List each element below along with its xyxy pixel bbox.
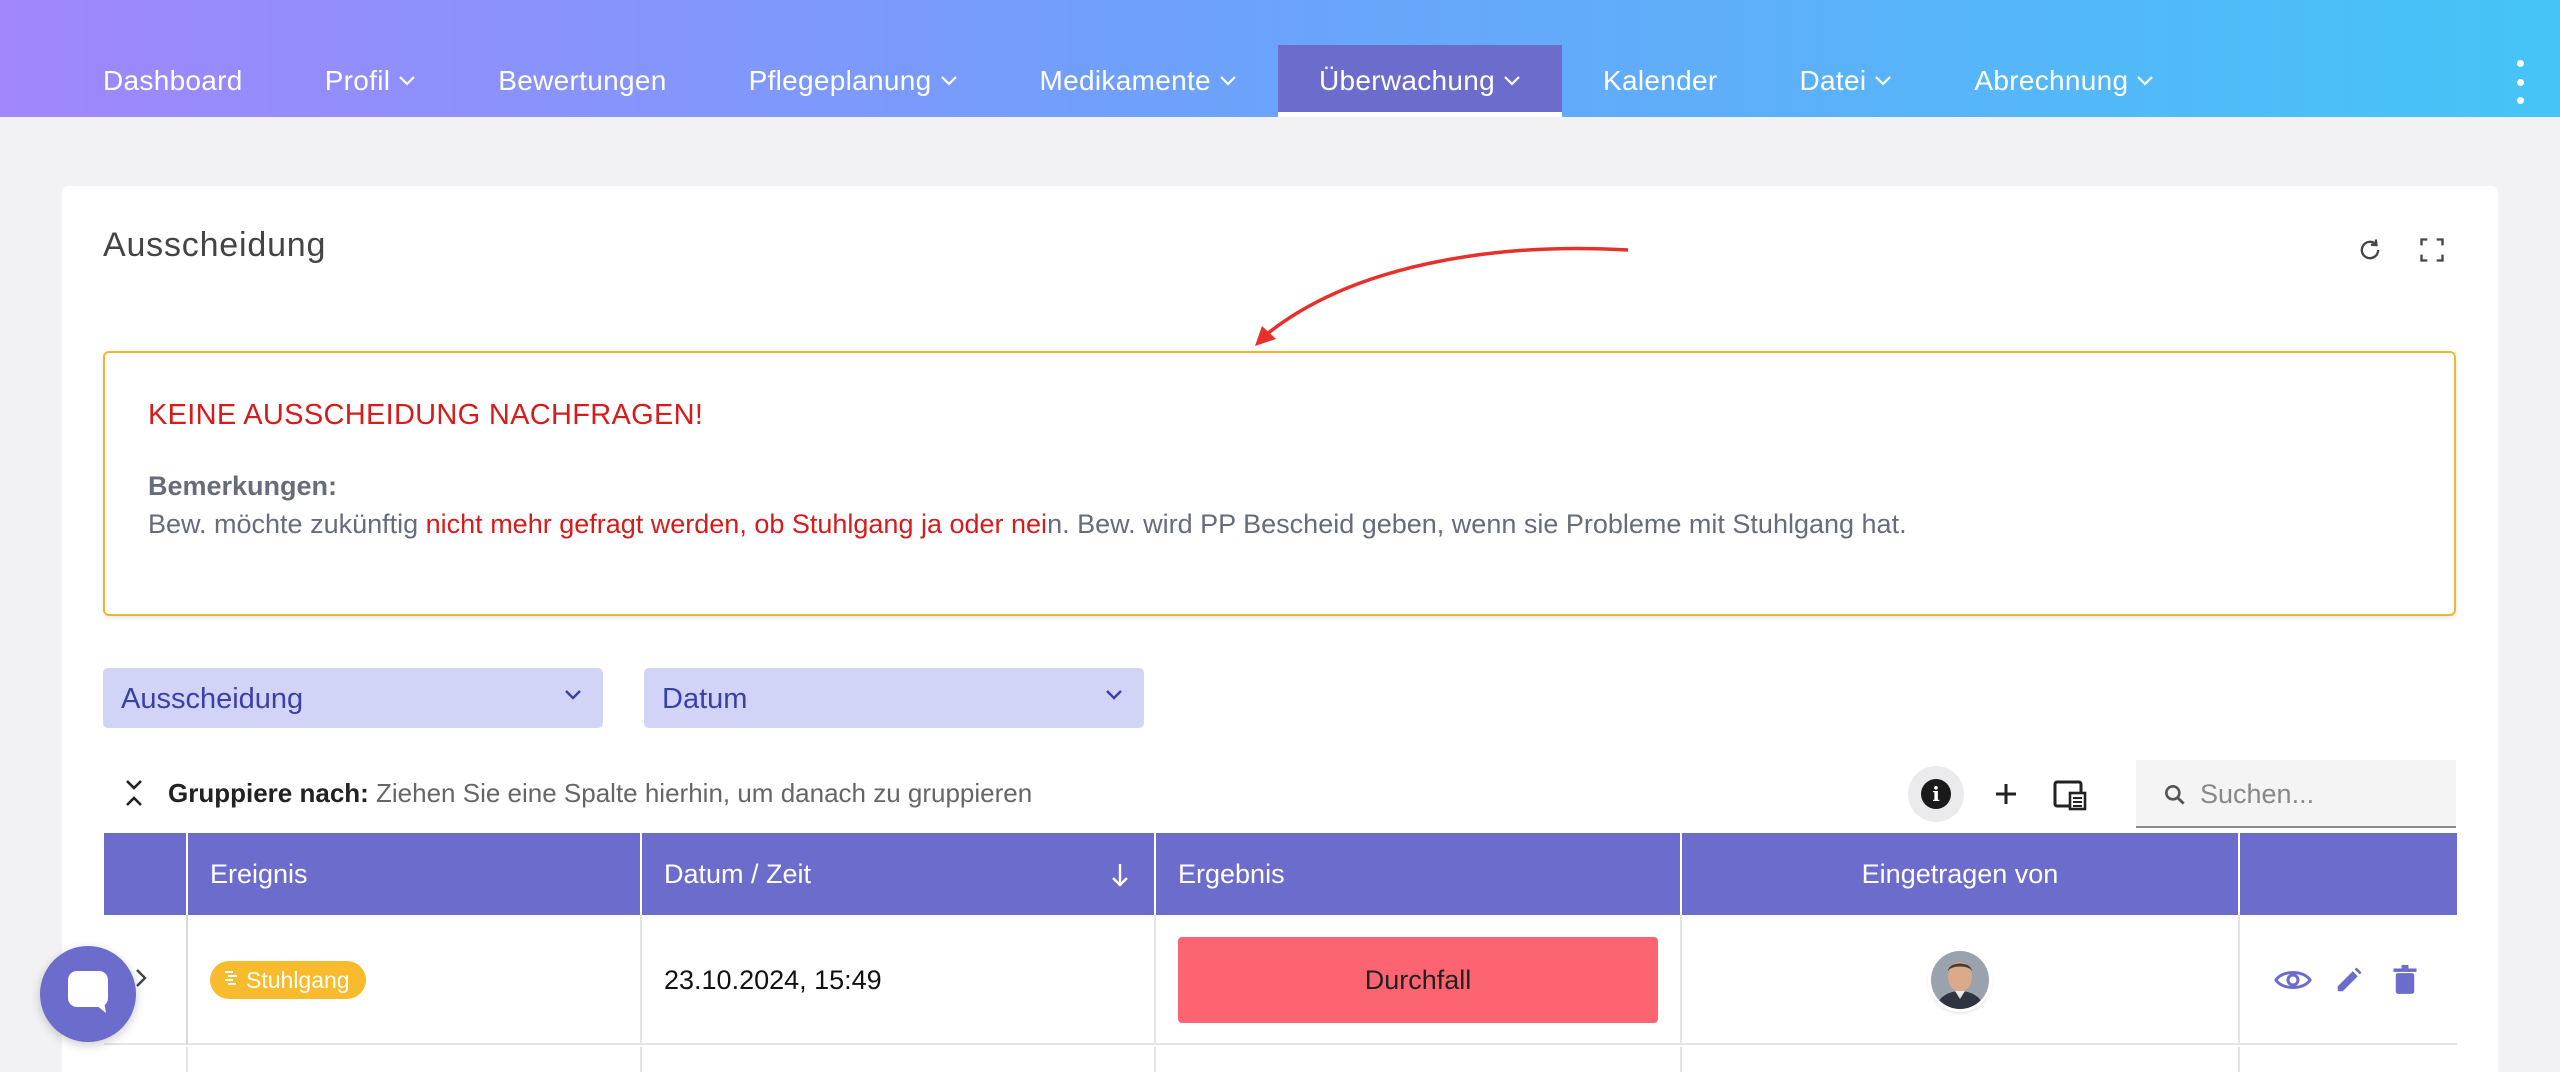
info-button[interactable]: i [1908,766,1964,822]
result-cell: Durchfall [1156,915,1682,1045]
fullscreen-icon[interactable] [2416,234,2448,266]
group-by-dropzone[interactable]: Ziehen Sie eine Spalte hierhin, um danac… [376,778,1032,809]
search-box [2136,760,2456,828]
nav-item-label: Kalender [1603,65,1718,96]
chevron-down-icon [1104,688,1124,707]
search-icon [2162,782,2188,813]
table-cell [642,1047,1156,1072]
collapse-icon[interactable] [120,776,148,810]
nav-item-label: Datei [1799,65,1867,96]
chat-button[interactable] [40,946,136,1042]
column-header-datum-zeit[interactable]: Datum / Zeit [642,833,1156,915]
actions-column-header [2240,833,2457,915]
event-tag-label: Stuhlgang [246,966,350,993]
top-navbar: Dashboard Profil Bewertungen Pflegeplanu… [0,0,2560,117]
nav-item-datei[interactable]: Datei [1759,45,1934,117]
chevron-down-icon [1503,75,1521,87]
column-header-label: Ergebnis [1178,858,1285,889]
chevron-down-icon [1219,75,1237,87]
column-header-label: Ereignis [210,858,308,889]
table-cell [104,1047,188,1072]
remarks-text-highlight: nicht mehr gefragt werden, ob Stuhlgang … [425,509,1048,539]
table-cell [1682,1047,2240,1072]
date-select[interactable]: Datum [644,668,1144,728]
table-row[interactable]: Stuhlgang 23.10.2024, 15:49 Durchfall [104,915,2457,1045]
refresh-icon[interactable] [2354,234,2386,266]
type-select-value: Ausscheidung [121,683,304,715]
group-by-label: Gruppiere nach: [168,778,369,808]
nav-item-label: Abrechnung [1974,65,2129,96]
sort-desc-icon[interactable] [1110,861,1130,896]
chevron-down-icon [2136,75,2154,87]
nav-item-label: Profil [324,65,391,96]
nav-item-dashboard[interactable]: Dashboard [62,45,284,117]
table-cell [188,1047,642,1072]
card-toolbar [2354,234,2448,266]
expand-column-header [104,833,188,915]
datetime-value: 23.10.2024, 15:49 [664,964,882,995]
result-value: Durchfall [1364,964,1472,995]
remarks-text-part: Bew. möchte zukünftig [148,509,426,539]
avatar[interactable] [1931,951,1989,1009]
actions-cell [2240,915,2457,1045]
column-header-eingetragen-von[interactable]: Eingetragen von [1682,833,2240,915]
nav-item-label: Bewertungen [498,65,667,96]
event-tag: Stuhlgang [210,961,366,999]
chat-icon [66,969,110,1020]
nav-item-bewertungen[interactable]: Bewertungen [457,45,707,117]
event-cell: Stuhlgang [188,915,642,1045]
remarks-label: Bemerkungen: [148,471,338,501]
type-select[interactable]: Ausscheidung [103,668,603,728]
chevron-down-icon [398,75,416,87]
column-header-ergebnis[interactable]: Ergebnis [1156,833,1682,915]
chevron-down-icon [1874,75,1892,87]
event-icon [222,967,240,994]
nav-item-abrechnung[interactable]: Abrechnung [1933,45,2195,117]
view-icon[interactable] [2274,961,2312,999]
table-cell [1156,1047,1682,1072]
nav-item-pflegeplanung[interactable]: Pflegeplanung [708,45,999,117]
edit-icon[interactable] [2330,961,2368,999]
column-header-ereignis[interactable]: Ereignis [188,833,642,915]
chevron-down-icon [940,75,958,87]
date-select-value: Datum [662,683,748,715]
nav-item-profil[interactable]: Profil [284,45,458,117]
remarks-text-part: n. Bew. wird PP Bescheid geben, wenn sie… [1047,509,1907,539]
warning-alert: KEINE AUSSCHEIDUNG NACHFRAGEN! Bemerkung… [103,351,2456,616]
alert-heading: KEINE AUSSCHEIDUNG NACHFRAGEN! [148,399,704,431]
table-header: Ereignis Datum / Zeit Ergebnis Eingetrag… [104,833,2457,915]
nav-item-label: Pflegeplanung [748,65,932,96]
monitoring-card: Ausscheidung KEINE AUSSCHEIDUNG NACHFRAG… [62,186,2498,1072]
column-header-label: Eingetragen von [1861,858,2059,889]
chevron-down-icon [563,688,583,707]
entered-by-cell [1682,915,2240,1045]
card-title: Ausscheidung [103,226,327,264]
delete-icon[interactable] [2386,961,2424,999]
datetime-cell: 23.10.2024, 15:49 [642,915,1156,1045]
nav-item-medikamente[interactable]: Medikamente [999,45,1278,117]
nav-item-label: Überwachung [1318,65,1496,96]
remarks-text: Bew. möchte zukünftig nicht mehr gefragt… [148,509,1907,540]
search-input[interactable] [2200,772,2440,816]
info-icon: i [1921,779,1951,809]
more-vertical-icon[interactable] [2502,60,2538,104]
nav-item-label: Medikamente [1039,65,1211,96]
nav-item-kalender[interactable]: Kalender [1562,45,1758,117]
result-badge: Durchfall [1178,937,1658,1023]
column-chooser-icon[interactable] [2050,774,2090,814]
nav-item-ueberwachung[interactable]: Überwachung [1277,45,1563,117]
table-row [104,1047,2457,1072]
chevron-right-icon[interactable] [134,967,148,994]
nav-menu: Dashboard Profil Bewertungen Pflegeplanu… [62,45,2195,117]
column-header-label: Datum / Zeit [664,858,812,889]
add-icon[interactable] [1986,774,2026,814]
nav-item-label: Dashboard [103,65,243,96]
